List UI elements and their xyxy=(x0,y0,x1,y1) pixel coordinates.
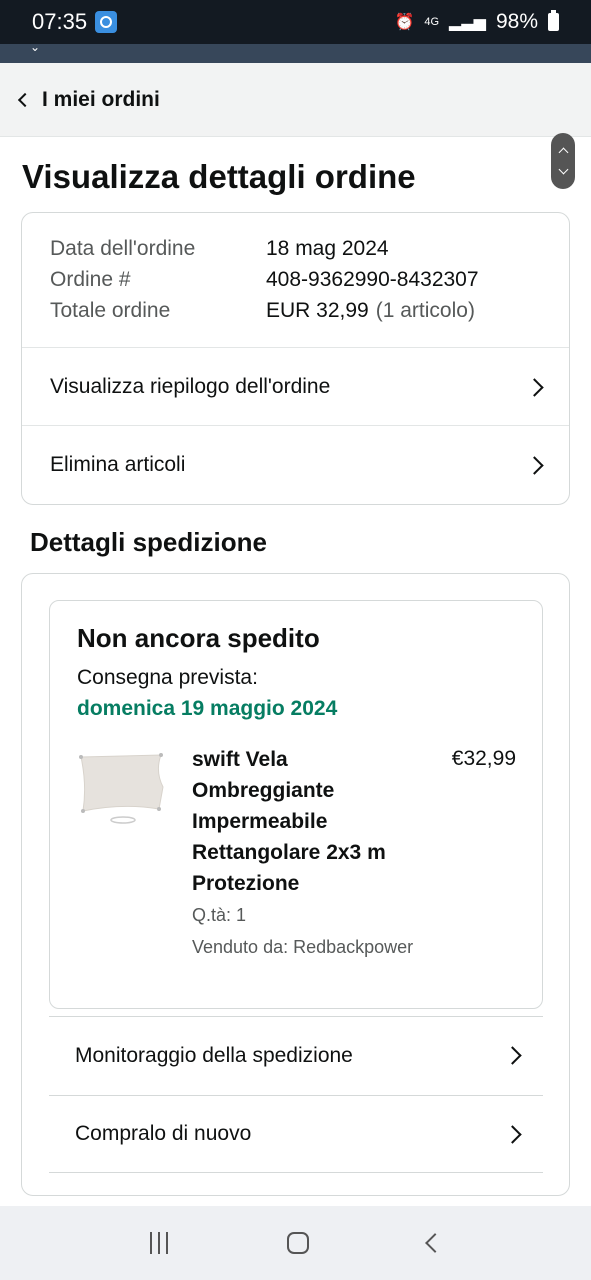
product-quantity: Q.tà: 1 xyxy=(192,905,247,925)
chevron-right-icon xyxy=(503,1124,522,1144)
view-order-summary-link[interactable]: Visualizza riepilogo dell'ordine xyxy=(22,348,569,426)
delivery-date: domenica 19 maggio 2024 xyxy=(77,697,338,720)
recents-icon[interactable] xyxy=(149,1232,168,1254)
status-icons: ⏰ 4G ▂▃▅ 98% xyxy=(394,10,559,34)
battery-percent: 98% xyxy=(495,10,538,33)
back-to-orders-link[interactable]: I miei ordini xyxy=(0,63,591,137)
buy-again-link[interactable]: Compralo di nuovo xyxy=(49,1095,543,1173)
app-top-strip: ⌄ xyxy=(0,40,591,63)
home-icon[interactable] xyxy=(286,1232,309,1254)
delivery-label: Consegna prevista: xyxy=(77,666,258,689)
product-price: €32,99 xyxy=(451,747,516,770)
shipment-status: Non ancora spedito xyxy=(77,623,320,653)
order-number-row: Ordine # 408-9362990-8432307 xyxy=(50,268,479,292)
order-date-label: Data dell'ordine xyxy=(50,237,196,260)
product-seller: Venduto da: Redbackpower xyxy=(192,937,414,957)
chevron-right-icon xyxy=(525,455,544,475)
order-date-row: Data dell'ordine 18 mag 2024 xyxy=(50,237,389,261)
scroll-down-icon xyxy=(558,164,568,175)
shipment-section-title: Dettagli spedizione xyxy=(30,527,267,557)
page-title: Visualizza dettagli ordine xyxy=(22,158,416,195)
order-total-row: Totale ordine EUR 32,99 (1 articolo) xyxy=(50,299,475,323)
order-number-value: 408-9362990-8432307 xyxy=(266,268,479,291)
scroll-up-icon xyxy=(558,147,568,158)
back-icon[interactable] xyxy=(424,1233,445,1253)
shipment-card: Non ancora spedito Consegna prevista: do… xyxy=(21,573,570,1196)
back-link-label: I miei ordini xyxy=(42,87,160,111)
network-4g-icon: 4G xyxy=(424,16,440,28)
track-shipment-label: Monitoraggio della spedizione xyxy=(75,1043,353,1067)
product-image[interactable] xyxy=(75,751,171,827)
order-summary-card: Data dell'ordine 18 mag 2024 Ordine # 40… xyxy=(21,212,570,505)
chevron-left-icon xyxy=(17,92,33,107)
app-notification-icon xyxy=(95,11,118,33)
scroll-handle[interactable] xyxy=(551,133,575,189)
delete-items-label: Elimina articoli xyxy=(50,453,186,476)
status-bar: 07:35 ⏰ 4G ▂▃▅ 98% xyxy=(0,0,591,44)
order-date-value: 18 mag 2024 xyxy=(266,237,389,260)
order-total-label: Totale ordine xyxy=(50,299,171,322)
chevron-right-icon xyxy=(525,377,544,397)
order-item-count: (1 articolo) xyxy=(375,299,475,322)
delete-items-link[interactable]: Elimina articoli xyxy=(22,426,569,504)
system-navigation-bar xyxy=(0,1206,591,1280)
track-shipment-link[interactable]: Monitoraggio della spedizione xyxy=(49,1016,543,1094)
shipment-item-card: Non ancora spedito Consegna prevista: do… xyxy=(49,600,543,1009)
order-number-label: Ordine # xyxy=(50,268,131,291)
order-total-value: EUR 32,99 xyxy=(266,299,369,322)
chevron-right-icon xyxy=(503,1046,522,1065)
product-title-link[interactable]: swift Vela Ombreggiante Impermeabile Ret… xyxy=(192,744,392,899)
battery-icon xyxy=(548,10,559,31)
signal-icon: ▂▃▅ xyxy=(449,14,486,31)
chevron-down-icon[interactable]: ⌄ xyxy=(30,40,40,54)
status-time: 07:35 xyxy=(32,9,88,34)
buy-again-label: Compralo di nuovo xyxy=(75,1122,252,1145)
view-order-summary-label: Visualizza riepilogo dell'ordine xyxy=(50,375,331,398)
alarm-icon: ⏰ xyxy=(394,14,415,31)
